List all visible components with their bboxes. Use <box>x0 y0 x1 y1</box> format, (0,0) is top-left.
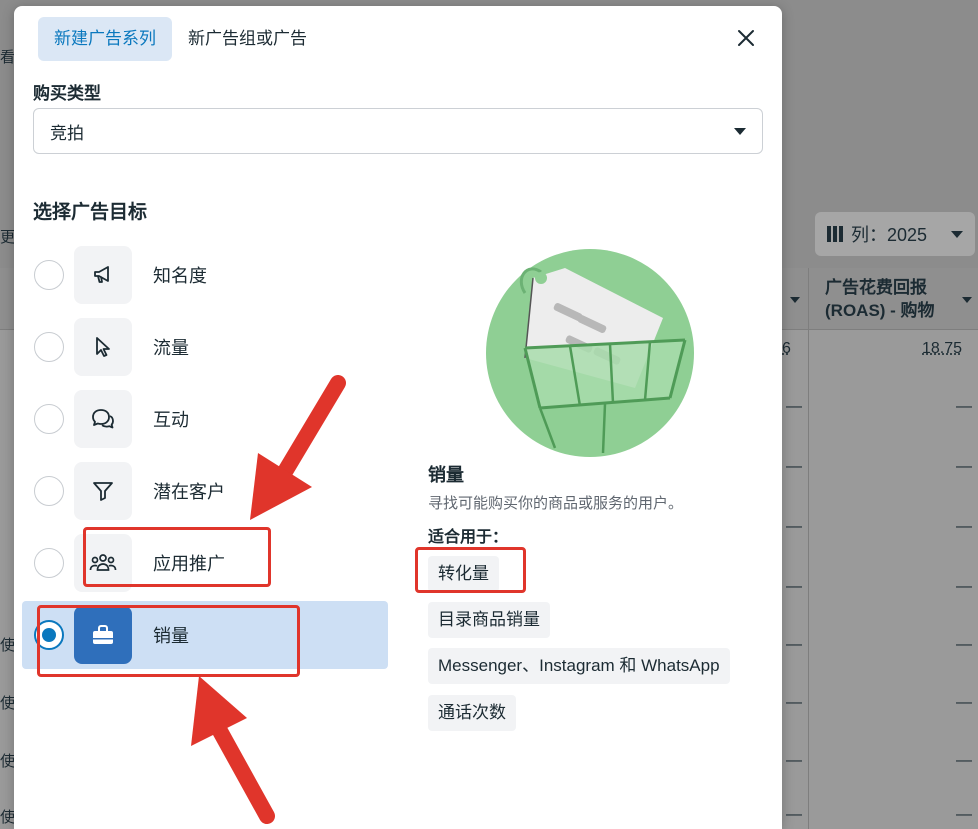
tab-new-campaign[interactable]: 新建广告系列 <box>38 17 172 61</box>
columns-button[interactable]: 列：2025 <box>815 212 975 256</box>
table-cell-dash: — <box>956 636 972 653</box>
radio-button[interactable] <box>34 476 64 506</box>
table-cell[interactable]: 6 <box>782 340 791 358</box>
purchase-type-select[interactable]: 竞拍 <box>33 108 763 154</box>
table-cell-dash: — <box>786 458 802 475</box>
chevron-down-icon <box>951 230 963 238</box>
chat-bubbles-icon <box>74 390 132 448</box>
close-button[interactable] <box>732 24 760 52</box>
background-text-fragment: 看 <box>0 49 16 66</box>
annotation-box-conversions <box>415 547 526 593</box>
table-cell-dash: — <box>956 752 972 769</box>
objective-detail-title: 销量 <box>428 465 464 485</box>
annotation-box-sales <box>37 605 300 677</box>
table-cell[interactable]: 18.75 <box>922 340 962 358</box>
radio-button[interactable] <box>34 548 64 578</box>
tab-new-adset-or-ad[interactable]: 新广告组或广告 <box>188 17 307 61</box>
cursor-icon <box>74 318 132 376</box>
objective-label: 知名度 <box>153 266 207 286</box>
radio-button[interactable] <box>34 404 64 434</box>
table-cell-dash: — <box>786 518 802 535</box>
columns-icon <box>827 226 843 242</box>
purchase-type-value: 竞拍 <box>50 123 84 143</box>
table-cell-dash: — <box>956 518 972 535</box>
objective-option-traffic[interactable]: 流量 <box>22 313 388 381</box>
good-for-chip: 目录商品销量 <box>428 602 550 638</box>
table-cell-dash: — <box>786 398 802 415</box>
background-text-fragment: 更 <box>0 229 16 246</box>
table-cell-dash: — <box>956 578 972 595</box>
table-cell-dash: — <box>956 398 972 415</box>
annotation-box-app-promotion <box>83 527 271 587</box>
radio-button[interactable] <box>34 332 64 362</box>
sales-tag-basket-illustration <box>486 249 694 457</box>
good-for-chip: Messenger、Instagram 和 WhatsApp <box>428 648 730 684</box>
create-campaign-dialog: 新建广告系列 新广告组或广告 购买类型 竞拍 选择广告目标 知名度 流量 互动 … <box>14 6 782 829</box>
radio-button[interactable] <box>34 260 64 290</box>
table-cell-dash: — <box>956 458 972 475</box>
columns-button-label: 列：2025 <box>851 225 928 245</box>
table-cell-dash: — <box>956 694 972 711</box>
chevron-down-icon <box>734 127 746 135</box>
good-for-chip: 通话次数 <box>428 695 516 731</box>
background-column-divider <box>808 268 809 829</box>
sort-caret-icon[interactable] <box>790 297 800 303</box>
objective-label: 潜在客户 <box>153 482 225 502</box>
good-for-title: 适合用于： <box>428 529 509 546</box>
funnel-icon <box>74 462 132 520</box>
table-cell-dash: — <box>786 752 802 769</box>
objective-label: 互动 <box>153 410 189 430</box>
objective-detail-description: 寻找可能购买你的商品或服务的用户。 <box>428 495 684 512</box>
objective-section-title: 选择广告目标 <box>33 202 148 223</box>
objective-option-awareness[interactable]: 知名度 <box>22 241 388 309</box>
column-header-roas[interactable]: 广告花费回报 (ROAS) - 购物 <box>825 276 965 322</box>
table-cell-dash: — <box>786 578 802 595</box>
annotation-arrow-down <box>250 375 346 520</box>
table-cell-dash: — <box>786 694 802 711</box>
close-icon <box>738 30 754 46</box>
table-cell-dash: — <box>786 806 802 823</box>
table-cell-dash: — <box>956 806 972 823</box>
annotation-arrow-up <box>191 676 275 824</box>
objective-label: 流量 <box>153 338 189 358</box>
purchase-type-label: 购买类型 <box>33 84 101 103</box>
table-cell-dash: — <box>786 636 802 653</box>
megaphone-icon <box>74 246 132 304</box>
sort-caret-icon[interactable] <box>962 297 972 303</box>
